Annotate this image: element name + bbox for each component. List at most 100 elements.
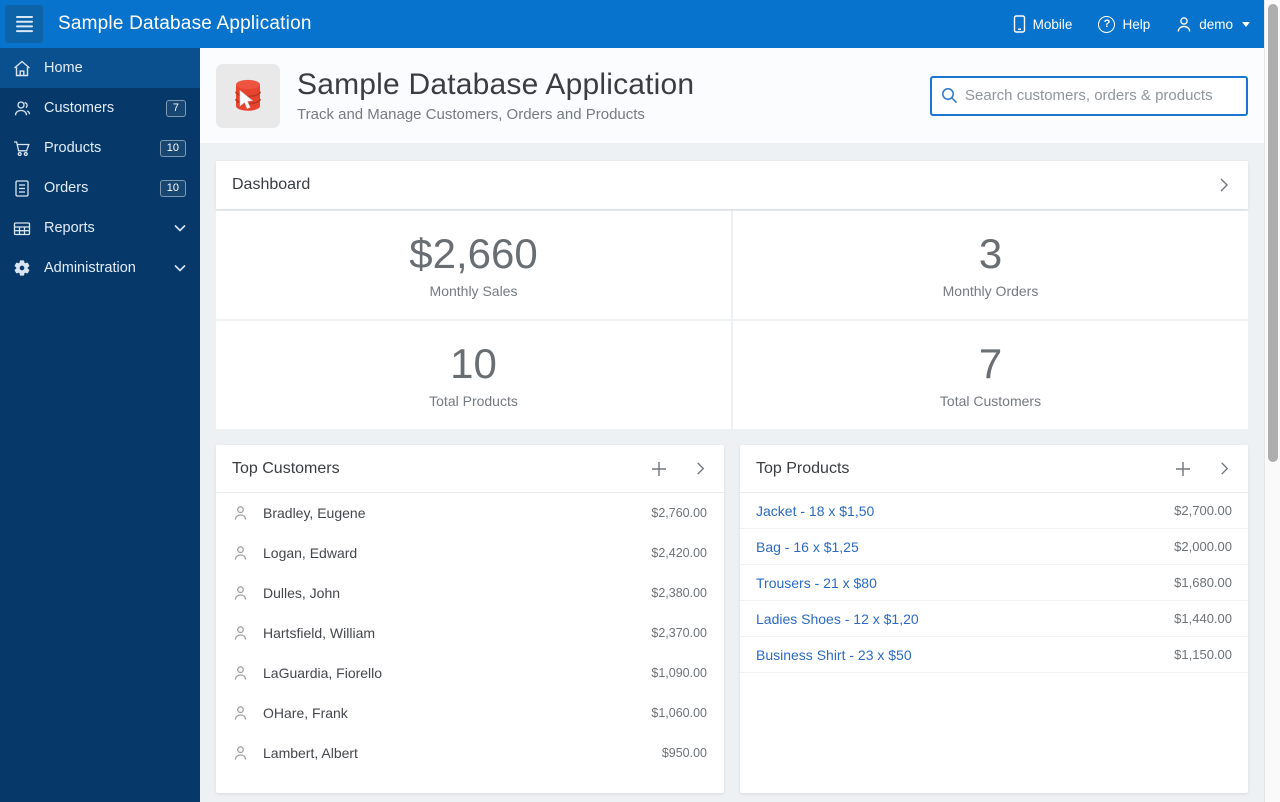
dashboard-expand-button[interactable] (1216, 177, 1232, 193)
top-products-expand-button[interactable] (1217, 461, 1232, 476)
hamburger-menu-button[interactable] (5, 5, 43, 43)
page-title-block: Sample Database Application Track and Ma… (297, 68, 694, 123)
product-row: Ladies Shoes - 12 x $1,20 $1,440.00 (740, 601, 1248, 637)
top-products-header: Top Products (740, 445, 1248, 493)
top-customers-list: Bradley, Eugene $2,760.00 Logan, Edward … (216, 493, 724, 773)
sidebar-item-label: Reports (44, 220, 95, 236)
scrollbar-thumb[interactable] (1267, 4, 1278, 462)
sidebar-item-orders[interactable]: Orders 10 (0, 168, 200, 208)
product-link[interactable]: Ladies Shoes - 12 x $1,20 (756, 611, 919, 627)
product-amount: $1,440.00 (1174, 611, 1232, 626)
tile-label: Monthly Orders (942, 283, 1039, 300)
plus-icon (652, 461, 666, 476)
add-customer-button[interactable] (651, 461, 667, 477)
sidebar-item-label: Products (44, 140, 102, 156)
page-header: Sample Database Application Track and Ma… (200, 48, 1264, 143)
top-customers-title: Top Customers (232, 459, 340, 477)
customer-name: Lambert, Albert (263, 745, 358, 761)
hamburger-icon (15, 16, 33, 33)
tile-total-customers[interactable]: 7 Total Customers (733, 321, 1248, 429)
customer-row[interactable]: Logan, Edward $2,420.00 (216, 533, 724, 573)
customer-name: Dulles, John (263, 585, 341, 601)
chevron-right-icon (1220, 178, 1228, 192)
user-menu-button[interactable]: demo (1176, 16, 1250, 33)
product-amount: $2,000.00 (1174, 539, 1232, 554)
customer-amount: $2,420.00 (651, 546, 707, 560)
sidebar: Home Customers 7 Products 10 Orders 10 R… (0, 48, 200, 802)
top-customers-expand-button[interactable] (693, 461, 708, 476)
page-title: Sample Database Application (297, 68, 695, 101)
search-icon (942, 88, 958, 104)
customer-name: Logan, Edward (263, 545, 358, 561)
customer-row[interactable]: Bradley, Eugene $2,760.00 (216, 493, 724, 533)
reports-icon (13, 221, 31, 235)
gear-icon (14, 260, 30, 276)
dashboard-title: Dashboard (232, 176, 311, 193)
tile-label: Total Customers (939, 393, 1042, 410)
customer-row[interactable]: LaGuardia, Fiorello $1,090.00 (216, 653, 724, 693)
app-column: Sample Database Application Mobile Help … (0, 0, 1264, 802)
product-link[interactable]: Trousers - 21 x $80 (756, 575, 877, 591)
person-icon (234, 746, 247, 760)
tile-value: 3 (978, 229, 1003, 277)
customer-amount: $1,060.00 (651, 706, 707, 720)
customer-row[interactable]: Dulles, John $2,380.00 (216, 573, 724, 613)
user-icon (1177, 16, 1191, 32)
app-logo (216, 63, 280, 128)
search-input[interactable] (965, 87, 1237, 104)
tile-monthly-orders[interactable]: 3 Monthly Orders (733, 211, 1248, 319)
add-product-button[interactable] (1175, 461, 1191, 477)
user-label: demo (1199, 16, 1233, 32)
mobile-label: Mobile (1032, 16, 1073, 32)
product-link[interactable]: Bag - 16 x $1,25 (756, 539, 859, 555)
help-button[interactable]: Help (1098, 15, 1150, 33)
mobile-button[interactable]: Mobile (1013, 15, 1073, 33)
sidebar-item-reports[interactable]: Reports (0, 208, 200, 248)
sidebar-item-products[interactable]: Products 10 (0, 128, 200, 168)
database-cursor-icon (235, 79, 261, 111)
tile-monthly-sales[interactable]: $2,660 Monthly Sales (216, 211, 731, 319)
person-icon (234, 546, 247, 560)
plus-icon (1176, 461, 1190, 476)
sidebar-item-label: Administration (44, 260, 136, 276)
main-content: Sample Database Application Track and Ma… (200, 48, 1264, 802)
customer-name: Bradley, Eugene (263, 505, 366, 521)
product-amount: $1,150.00 (1174, 647, 1232, 662)
sidebar-item-label: Home (44, 60, 83, 76)
chevron-right-icon (697, 462, 705, 475)
customer-name: Hartsfield, William (263, 625, 376, 641)
top-customers-card: Top Customers Bradley, Eugene $2,760.00 … (216, 445, 724, 793)
product-row: Business Shirt - 23 x $50 $1,150.00 (740, 637, 1248, 673)
chevron-down-icon (174, 264, 186, 272)
app-bar-actions: Mobile Help demo (1013, 15, 1250, 33)
vertical-scrollbar[interactable] (1264, 0, 1280, 802)
product-link[interactable]: Jacket - 18 x $1,50 (756, 503, 874, 519)
tile-label: Total Products (429, 393, 518, 410)
sidebar-item-administration[interactable]: Administration (0, 248, 200, 288)
customer-row[interactable]: OHare, Frank $1,060.00 (216, 693, 724, 733)
product-amount: $1,680.00 (1174, 575, 1232, 590)
tile-total-products[interactable]: 10 Total Products (216, 321, 731, 429)
customer-row[interactable]: Lambert, Albert $950.00 (216, 733, 724, 773)
customer-row[interactable]: Hartsfield, William $2,370.00 (216, 613, 724, 653)
product-row: Bag - 16 x $1,25 $2,000.00 (740, 529, 1248, 565)
tile-value: $2,660 (409, 229, 538, 277)
cards-row: Top Customers Bradley, Eugene $2,760.00 … (216, 445, 1248, 793)
app-bar: Sample Database Application Mobile Help … (0, 0, 1264, 48)
cart-icon (14, 140, 30, 156)
product-amount: $2,700.00 (1174, 503, 1232, 518)
caret-down-icon (1242, 21, 1250, 27)
top-customers-header: Top Customers (216, 445, 724, 493)
top-products-list: Jacket - 18 x $1,50 $2,700.00 Bag - 16 x… (740, 493, 1248, 673)
product-link[interactable]: Business Shirt - 23 x $50 (756, 647, 912, 663)
help-icon (1098, 15, 1116, 33)
customer-amount: $2,370.00 (651, 626, 707, 640)
products-count-badge: 10 (159, 139, 186, 157)
top-products-title: Top Products (756, 459, 850, 477)
dashboard-tiles: $2,660 Monthly Sales 3 Monthly Orders 10… (216, 211, 1248, 429)
home-icon (14, 60, 30, 76)
chevron-down-icon (174, 224, 186, 232)
tile-value: 10 (450, 339, 497, 387)
sidebar-item-home[interactable]: Home (0, 48, 200, 88)
sidebar-item-customers[interactable]: Customers 7 (0, 88, 200, 128)
